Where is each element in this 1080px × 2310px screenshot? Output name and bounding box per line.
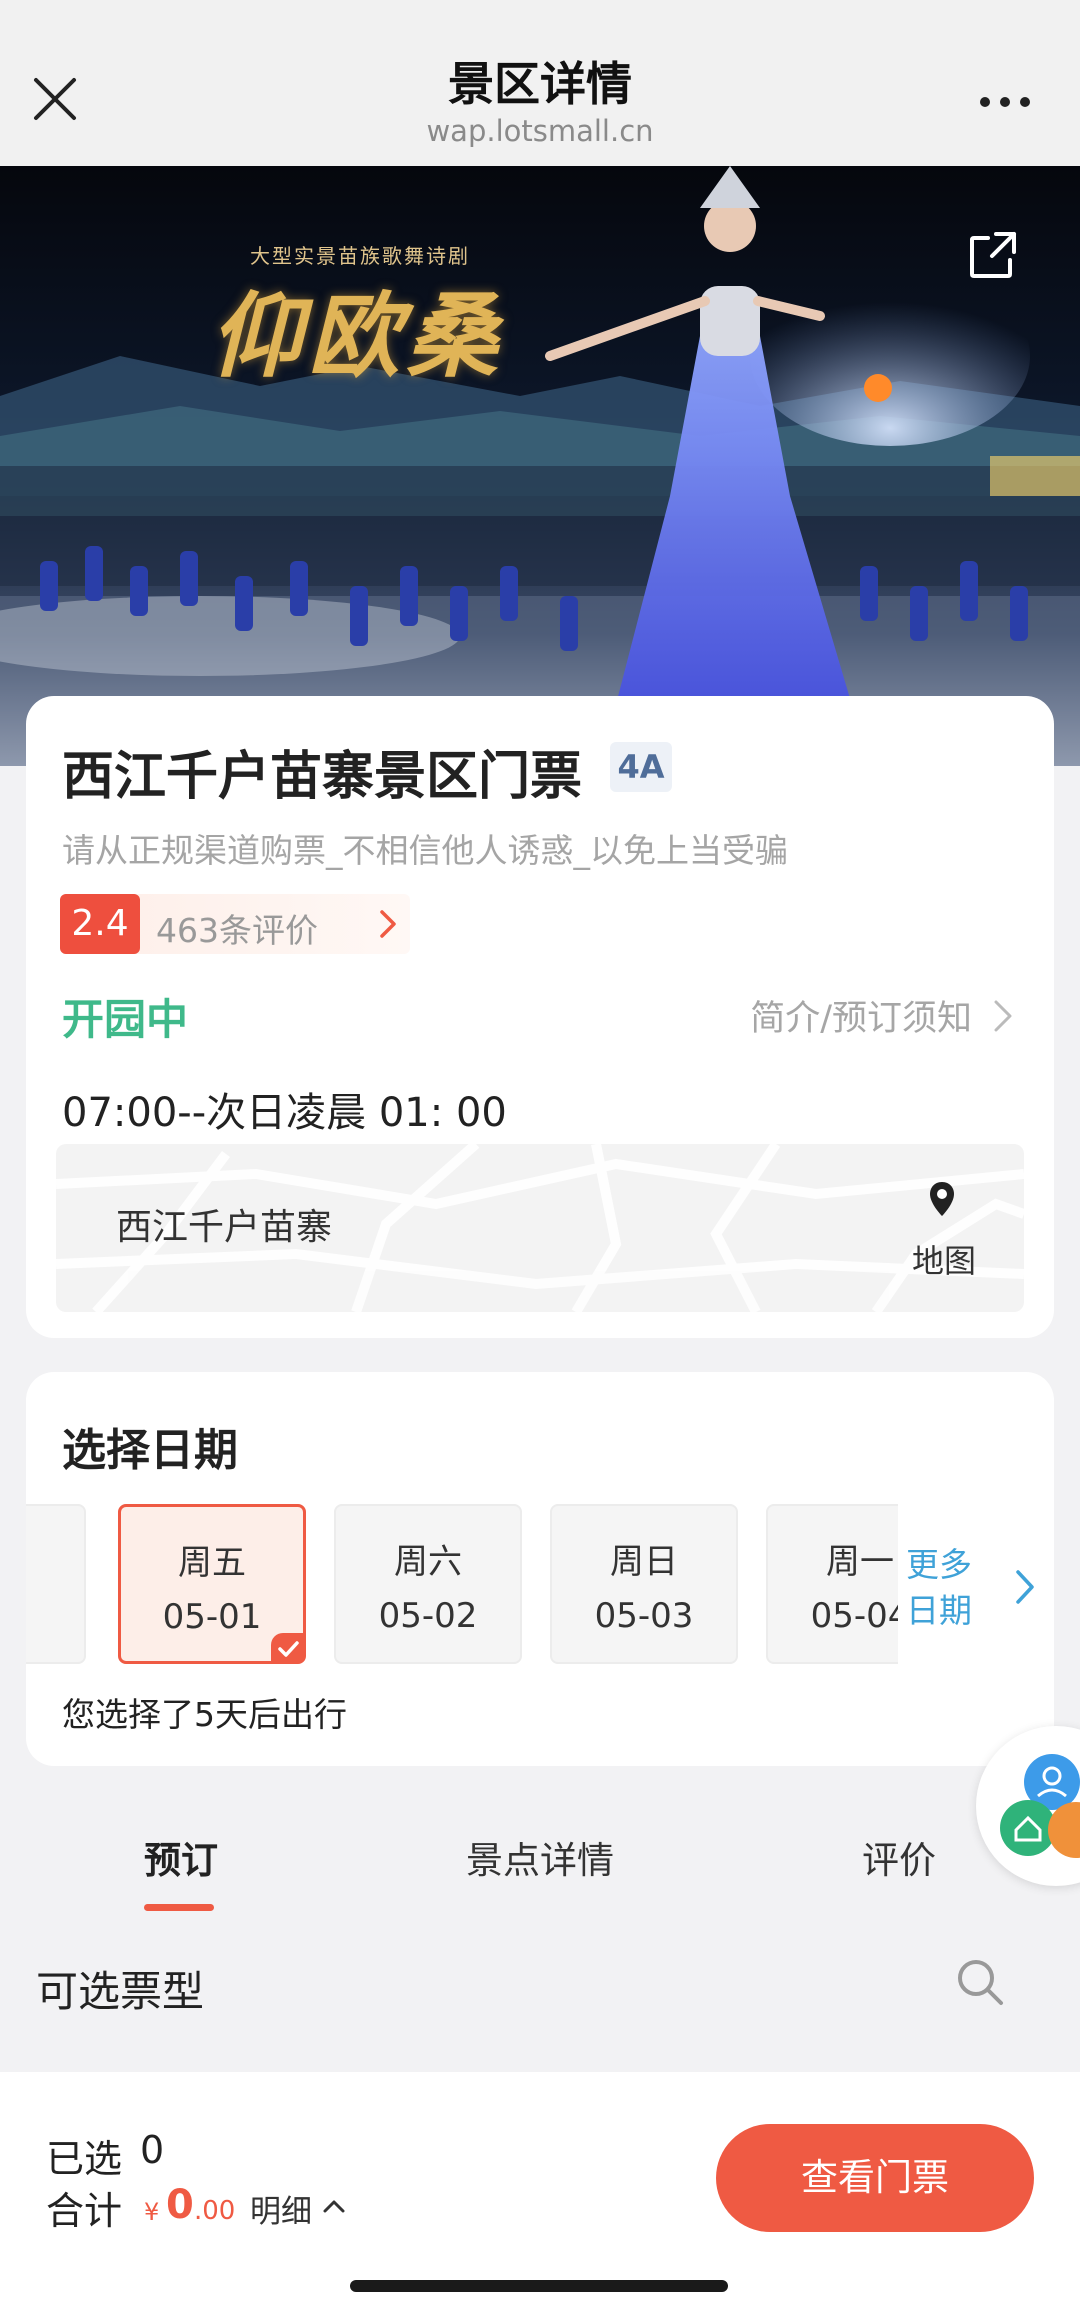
more-dates-button[interactable]: 更多日期 [906,1542,982,1634]
selected-count: 0 [140,2128,165,2172]
active-tab-indicator [144,1904,214,1911]
scenic-name: 西江千户苗寨景区门票 [62,747,583,807]
checkmark-icon [271,1633,305,1663]
date-day: 05-04 [810,1596,898,1636]
total-label: 合计 [46,2189,123,2233]
date-tile[interactable]: 周六 05-02 [334,1504,522,1664]
chosen-date-text: 您选择了5天后出行 [62,1695,347,1734]
more-dots-icon[interactable] [978,92,1032,112]
rating-score: 2.4 [60,894,140,954]
open-status: 开园中 [62,995,189,1044]
date-weekday: 周五 [178,1543,246,1583]
map-button-label: 地图 [912,1242,977,1280]
chevron-up-icon[interactable] [322,2198,346,2214]
date-tile[interactable]: 周日 05-03 [550,1504,738,1664]
total-amount-decimal: .00 [194,2196,236,2226]
purchase-warning: 请从正规渠道购票_不相信他人诱惑_以免上当受骗 [62,831,788,870]
date-day: 05-02 [378,1596,478,1636]
notice-link[interactable]: 简介/预订须知 [750,990,972,1041]
date-weekday: 周六 [394,1542,462,1582]
date-strip: 周五 05-01 周六 05-02 周日 05-03 周一 05-04 [26,1504,898,1668]
date-day: 05-03 [594,1596,694,1636]
date-tile[interactable] [26,1504,86,1664]
date-picker-heading: 选择日期 [62,1425,238,1476]
view-tickets-button[interactable]: 查看门票 [716,2124,1034,2232]
tab-reviews[interactable]: 评价 [862,1830,936,1884]
tab-booking[interactable]: 预订 [144,1830,218,1884]
status-row: 开园中 简介/预订须知 [62,986,1022,1046]
chevron-right-icon [380,910,396,938]
chevron-right-icon[interactable] [992,998,1014,1034]
date-day: 05-01 [162,1597,262,1637]
hero-image: 大型实景苗族歌舞诗剧 仰欧桑 [0,166,1080,766]
date-picker-card: 选择日期 周五 05-01 周六 05-02 周日 05-03 周一 05-0 … [26,1372,1054,1766]
hero-scene [0,166,1080,766]
date-tile-selected[interactable]: 周五 05-01 [118,1504,306,1664]
date-tile[interactable]: 周一 05-04 [766,1504,898,1664]
map-preview[interactable]: 西江千户苗寨 地图 [56,1144,1024,1312]
currency-symbol: ¥ [144,2198,160,2226]
ticket-types-header: 可选票型 [0,1940,1080,2040]
search-icon[interactable] [954,1956,1006,2008]
review-count: 463条评价 [156,911,318,950]
grade-badge: 4A [610,742,672,792]
selected-label: 已选 [46,2137,123,2181]
share-icon[interactable] [966,228,1020,282]
bottom-checkout-bar: 已选 0 合计 ¥ 0 .00 明细 查看门票 [0,2072,1080,2310]
page: 景区详情 wap.lotsmall.cn 大型实景苗族歌舞诗剧 仰欧桑 西江千户… [0,0,1080,2310]
poster-title: 仰欧桑 [210,282,505,390]
rating-link[interactable]: 2.4 463条评价 [60,894,410,954]
map-pin-icon [930,1182,954,1216]
date-weekday: 周一 [826,1542,894,1582]
date-weekday: 周日 [610,1542,678,1582]
page-url: wap.lotsmall.cn [426,114,654,148]
page-title: 景区详情 [448,57,632,111]
price-detail-toggle[interactable]: 明细 [250,2186,312,2231]
total-amount: 0 [166,2182,194,2228]
scenic-info-card: 西江千户苗寨景区门票 4A 请从正规渠道购票_不相信他人诱惑_以免上当受骗 2.… [26,696,1054,1338]
ticket-types-label: 可选票型 [36,1967,205,2016]
home-indicator [350,2280,728,2292]
opening-hours: 07:00--次日凌晨 01: 00 [62,1090,507,1136]
top-nav-bar: 景区详情 wap.lotsmall.cn [0,0,1080,166]
address: 西江千户苗寨 [116,1207,333,1248]
tab-scenic-details[interactable]: 景点详情 [466,1830,614,1884]
chevron-right-icon[interactable] [1014,1568,1036,1606]
detail-tabs: 预订 景点详情 评价 [0,1810,1080,1920]
